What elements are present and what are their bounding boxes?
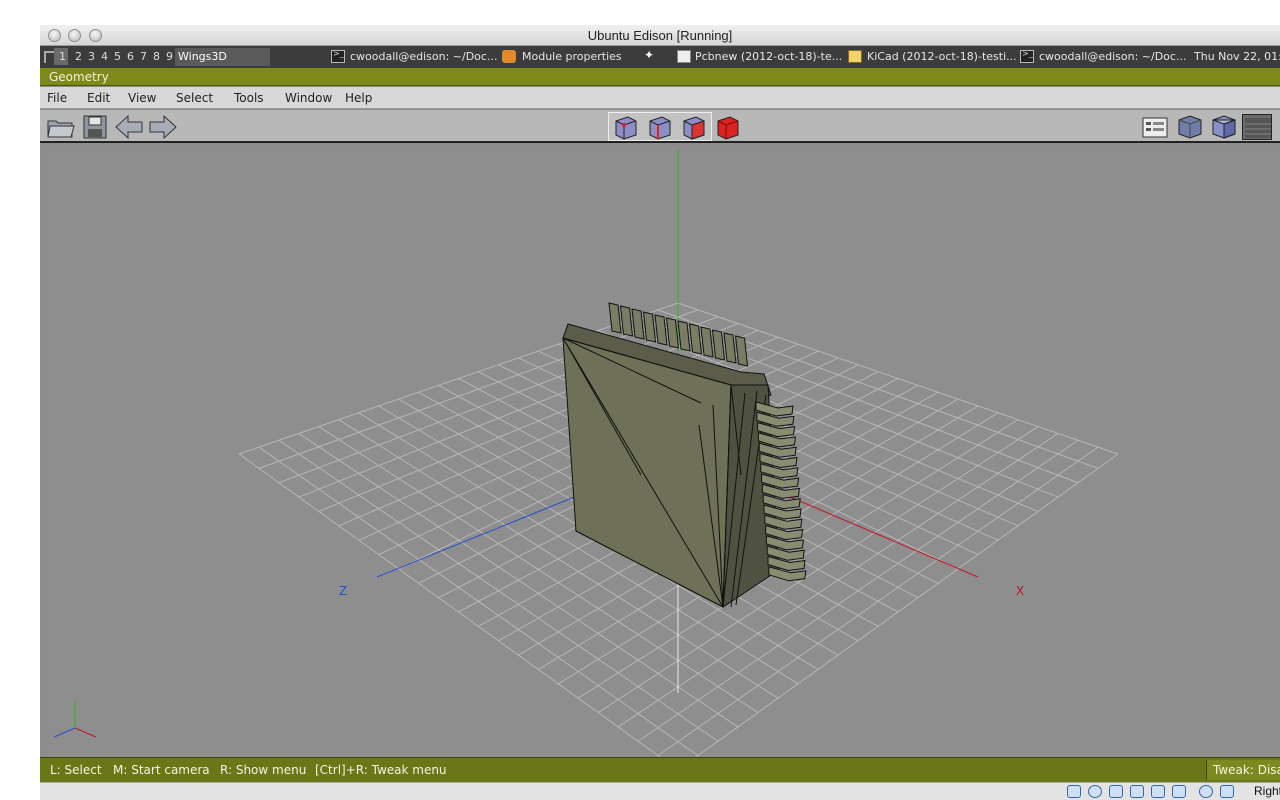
- viewport-scene: X Z: [53, 150, 1119, 757]
- folder-icon: [47, 120, 75, 138]
- shared-folder-icon[interactable]: [1151, 785, 1165, 798]
- cube-face-icon: [683, 116, 705, 140]
- optical-drive-icon[interactable]: [1088, 785, 1102, 798]
- groundplane-icon: [1245, 118, 1271, 138]
- keyboard-capture-icon[interactable]: [1220, 785, 1234, 798]
- cube-body-icon: [717, 116, 739, 140]
- status-right-click: R: Show menu: [220, 763, 307, 777]
- workspace-6[interactable]: 6: [127, 50, 134, 63]
- axis-gizmo: [53, 701, 97, 738]
- status-left-click: L: Select: [50, 763, 102, 777]
- host-window-title: Ubuntu Edison [Running]: [587, 28, 733, 43]
- display-icon[interactable]: [1172, 785, 1186, 798]
- terminal-icon: [1020, 49, 1034, 63]
- 3d-viewport[interactable]: X Z: [41, 145, 1280, 757]
- toolbar: [40, 110, 1280, 143]
- arrow-left-icon: [115, 114, 143, 140]
- task-kicad[interactable]: KiCad (2012-oct-18)-testi...: [867, 50, 1017, 63]
- host-status-bar: Right ⌘: [40, 782, 1280, 800]
- menu-file[interactable]: File: [47, 91, 67, 105]
- top-fin: [688, 323, 703, 355]
- pcbnew-icon: [677, 50, 691, 63]
- guest-taskbar: 1 2 3 4 5 6 7 8 9 Wings3D cwoodall@ediso…: [40, 46, 1280, 68]
- status-ctrl-right-click: [Ctrl]+R: Tweak menu: [315, 763, 447, 777]
- workspace-4[interactable]: 4: [101, 50, 108, 63]
- host-titlebar: Ubuntu Edison [Running]: [40, 25, 1280, 46]
- bird-icon: ✦: [644, 48, 655, 62]
- top-fin: [631, 308, 645, 340]
- top-fin: [608, 302, 622, 334]
- top-fin: [642, 311, 657, 343]
- arrow-right-icon: [149, 114, 177, 140]
- tweak-status-box[interactable]: Tweak: Disa: [1206, 760, 1280, 780]
- tweak-status-label: Tweak: Disa: [1213, 763, 1280, 777]
- workspace-2[interactable]: 2: [75, 50, 82, 63]
- kicad-icon: [848, 50, 862, 63]
- status-bar: L: Select M: Start camera R: Show menu […: [40, 757, 1280, 782]
- task-terminal-2[interactable]: cwoodall@edison: ~/Doc...: [1039, 50, 1186, 63]
- top-fin: [654, 314, 668, 346]
- pager-icon[interactable]: [44, 51, 54, 63]
- edge-select-mode-button[interactable]: [644, 114, 674, 140]
- menu-view[interactable]: View: [128, 91, 156, 105]
- face-select-mode-button[interactable]: [678, 114, 708, 140]
- active-app-label: Wings3D: [178, 50, 227, 63]
- menu-select[interactable]: Select: [176, 91, 213, 105]
- flat-shading-button[interactable]: [1208, 114, 1238, 140]
- menu-edit[interactable]: Edit: [87, 91, 110, 105]
- z-axis-label: Z: [339, 584, 347, 598]
- groundplane-toggle-button[interactable]: [1242, 114, 1272, 140]
- menu-help[interactable]: Help: [345, 91, 372, 105]
- x-axis-line: [775, 490, 979, 578]
- network-icon[interactable]: [1130, 785, 1144, 798]
- task-pcbnew[interactable]: Pcbnew (2012-oct-18)-te...: [695, 50, 842, 63]
- outliner-icon: [1142, 117, 1168, 138]
- workspace-3[interactable]: 3: [88, 50, 95, 63]
- cube-edge-icon: [649, 116, 671, 140]
- host-key-label: Right ⌘: [1254, 784, 1280, 798]
- smooth-shading-button[interactable]: [1174, 114, 1204, 140]
- menu-tools[interactable]: Tools: [234, 91, 264, 105]
- vertex-select-mode-button[interactable]: [610, 114, 640, 140]
- workspace-7[interactable]: 7: [140, 50, 147, 63]
- top-fin: [711, 329, 726, 361]
- terminal-icon: [331, 49, 345, 63]
- capture-icon[interactable]: [1199, 785, 1213, 798]
- status-middle-click: M: Start camera: [113, 763, 210, 777]
- taskbar-clock: Thu Nov 22, 01:: [1194, 50, 1280, 63]
- geometry-window-title: Geometry: [40, 68, 1280, 86]
- workspace-9[interactable]: 9: [166, 50, 173, 63]
- top-fin: [619, 305, 634, 337]
- menu-bar: File Edit View Select Tools Window Help: [40, 87, 1280, 109]
- workspace-1[interactable]: 1: [59, 50, 66, 63]
- save-file-button[interactable]: [80, 114, 110, 140]
- desktop: Ubuntu Edison [Running] 1 2 3 4 5 6 7 8 …: [0, 0, 1280, 800]
- menu-window[interactable]: Window: [285, 91, 332, 105]
- cube-vertex-icon: [615, 116, 637, 140]
- usb-icon[interactable]: [1109, 785, 1123, 798]
- module-icon: [502, 50, 516, 63]
- x-axis-label: X: [1016, 584, 1024, 598]
- floppy-disk-icon: [83, 115, 107, 139]
- task-module-properties[interactable]: Module properties: [522, 50, 622, 63]
- open-file-button[interactable]: [46, 114, 76, 140]
- top-fin: [734, 335, 749, 367]
- flat-cube-icon: [1212, 115, 1236, 139]
- hard-disk-icon[interactable]: [1067, 785, 1081, 798]
- wings3d-window: Geometry File Edit View Select Tools Win…: [40, 68, 1280, 800]
- top-fin: [700, 326, 714, 358]
- active-app-task[interactable]: Wings3D: [175, 48, 270, 66]
- workspace-8[interactable]: 8: [153, 50, 160, 63]
- smooth-cube-icon: [1178, 115, 1202, 139]
- redo-button[interactable]: [148, 114, 178, 140]
- task-terminal-1[interactable]: cwoodall@edison: ~/Doc...: [350, 50, 497, 63]
- outliner-button[interactable]: [1140, 114, 1170, 140]
- workspace-5[interactable]: 5: [114, 50, 121, 63]
- undo-button[interactable]: [114, 114, 144, 140]
- virtualbox-window: Ubuntu Edison [Running] 1 2 3 4 5 6 7 8 …: [40, 25, 1280, 800]
- body-select-mode-button[interactable]: [712, 114, 742, 140]
